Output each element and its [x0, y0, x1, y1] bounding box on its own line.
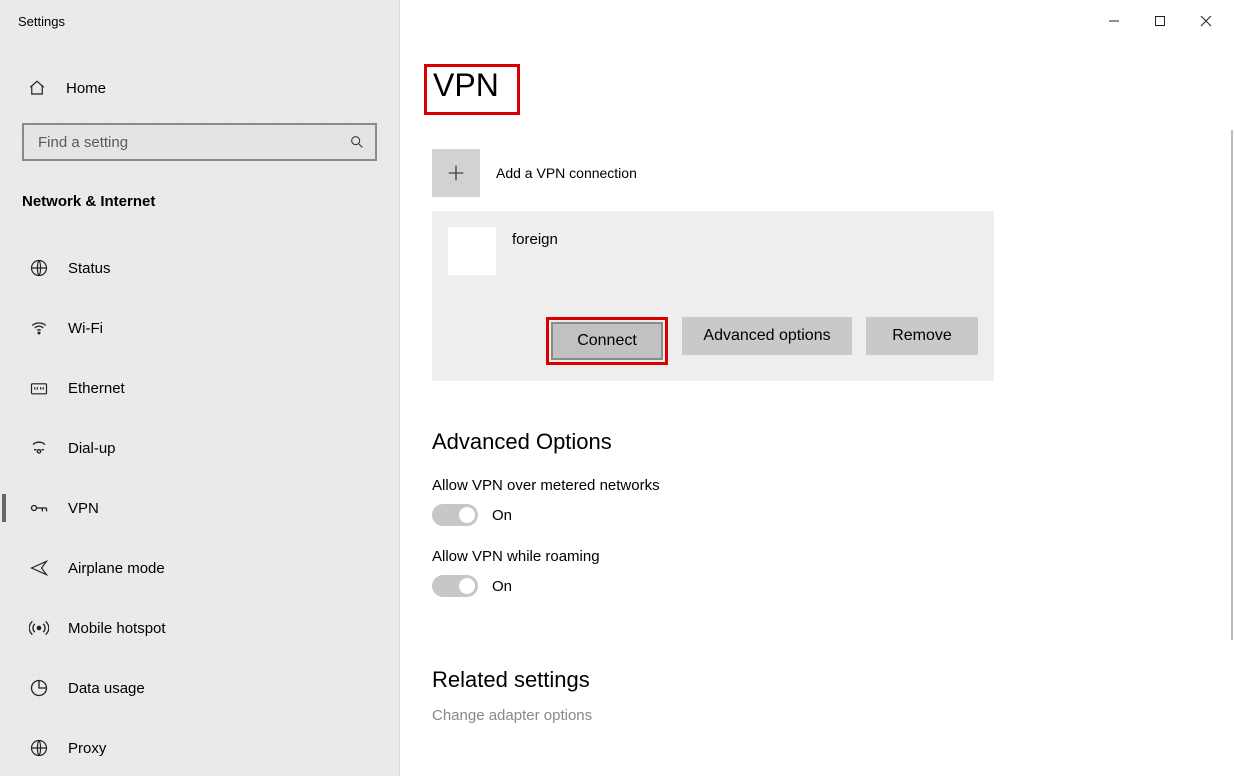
roaming-toggle[interactable]: [432, 575, 478, 597]
page-title: VPN: [424, 64, 520, 115]
close-button[interactable]: [1183, 6, 1229, 36]
sidebar-category: Network & Internet: [22, 193, 399, 210]
plus-icon: [432, 149, 480, 197]
metered-state: On: [492, 507, 512, 524]
sidebar-item-label: Airplane mode: [68, 560, 165, 577]
remove-button[interactable]: Remove: [866, 317, 978, 355]
ethernet-icon: [28, 378, 50, 398]
home-icon: [28, 79, 48, 97]
search-icon: [349, 134, 365, 150]
maximize-button[interactable]: [1137, 6, 1183, 36]
metered-label: Allow VPN over metered networks: [432, 477, 1235, 494]
advanced-options-button[interactable]: Advanced options: [682, 317, 852, 355]
sidebar-home[interactable]: Home: [28, 79, 399, 97]
add-vpn-label: Add a VPN connection: [496, 165, 637, 181]
airplane-icon: [28, 558, 50, 578]
search-input[interactable]: [36, 133, 349, 152]
advanced-options-heading: Advanced Options: [432, 429, 1235, 455]
globe-icon: [28, 258, 50, 278]
sidebar-item-label: VPN: [68, 500, 99, 517]
sidebar-item-ethernet[interactable]: Ethernet: [0, 358, 399, 418]
sidebar-item-airplane[interactable]: Airplane mode: [0, 538, 399, 598]
sidebar-item-label: Dial-up: [68, 440, 116, 457]
minimize-button[interactable]: [1091, 6, 1137, 36]
vpn-icon: [28, 498, 50, 518]
sidebar-item-datausage[interactable]: Data usage: [0, 658, 399, 718]
sidebar-item-label: Data usage: [68, 680, 145, 697]
main-content: VPN Add a VPN connection foreign Connect…: [400, 0, 1235, 776]
data-usage-icon: [28, 678, 50, 698]
connect-button[interactable]: Connect: [551, 322, 663, 360]
sidebar-item-proxy[interactable]: Proxy: [0, 718, 399, 778]
hotspot-icon: [28, 618, 50, 638]
add-vpn-connection[interactable]: Add a VPN connection: [432, 149, 1235, 197]
sidebar-item-wifi[interactable]: Wi-Fi: [0, 298, 399, 358]
sidebar-item-label: Ethernet: [68, 380, 125, 397]
sidebar-item-label: Status: [68, 260, 111, 277]
sidebar-home-label: Home: [66, 80, 106, 97]
sidebar-item-label: Wi-Fi: [68, 320, 103, 337]
proxy-icon: [28, 738, 50, 758]
roaming-state: On: [492, 578, 512, 595]
vpn-entry-name: foreign: [512, 227, 558, 248]
sidebar-item-label: Proxy: [68, 740, 106, 757]
change-adapter-options-link[interactable]: Change adapter options: [432, 707, 1235, 724]
sidebar-item-status[interactable]: Status: [0, 238, 399, 298]
window-controls: [1091, 6, 1229, 36]
metered-toggle[interactable]: [432, 504, 478, 526]
connect-highlight: Connect: [546, 317, 668, 365]
vpn-entry[interactable]: foreign Connect Advanced options Remove: [432, 211, 994, 381]
sidebar-item-dialup[interactable]: Dial-up: [0, 418, 399, 478]
settings-sidebar: Settings Home Network & Internet Status: [0, 0, 400, 776]
sidebar-nav: Status Wi-Fi Ethernet Dial-up: [0, 238, 399, 778]
related-settings-heading: Related settings: [432, 667, 1235, 693]
roaming-label: Allow VPN while roaming: [432, 548, 1235, 565]
vpn-entry-icon: [448, 227, 496, 275]
scrollbar[interactable]: [1231, 130, 1233, 640]
sidebar-item-hotspot[interactable]: Mobile hotspot: [0, 598, 399, 658]
dialup-icon: [28, 438, 50, 458]
sidebar-item-vpn[interactable]: VPN: [0, 478, 399, 538]
sidebar-item-label: Mobile hotspot: [68, 620, 166, 637]
search-box[interactable]: [22, 123, 377, 161]
wifi-icon: [28, 318, 50, 338]
app-title: Settings: [0, 8, 399, 29]
